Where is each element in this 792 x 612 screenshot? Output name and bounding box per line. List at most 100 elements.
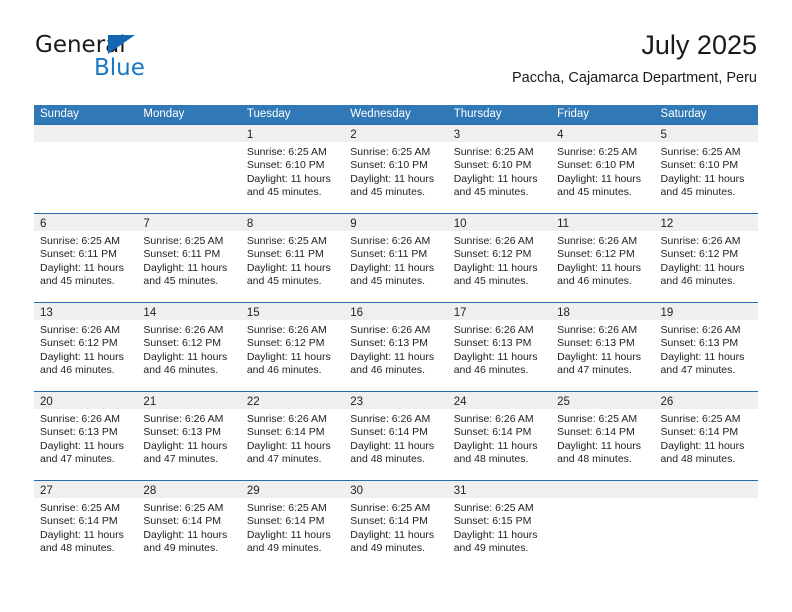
day-number: 4 (557, 129, 564, 141)
sunset-text: Sunset: 6:14 PM (660, 426, 739, 439)
day-number-strip: 9 (344, 214, 448, 231)
day-cell[interactable]: 24 Sunrise: 6:26 AM Sunset: 6:14 PM Dayl… (447, 392, 552, 480)
day-cell[interactable]: 10 Sunrise: 6:26 AM Sunset: 6:12 PM Dayl… (447, 214, 552, 302)
day-number: 11 (557, 218, 570, 230)
day-number: 14 (143, 307, 157, 319)
day-cell[interactable]: 19 Sunrise: 6:26 AM Sunset: 6:13 PM Dayl… (654, 303, 758, 391)
day-number-strip: 6 (34, 214, 138, 231)
day-cell[interactable] (137, 125, 241, 213)
day-number: 29 (246, 485, 260, 497)
day-info: Sunrise: 6:26 AM Sunset: 6:13 PM Dayligh… (34, 409, 137, 467)
day-cell[interactable]: 5 Sunrise: 6:25 AM Sunset: 6:10 PM Dayli… (654, 125, 758, 213)
day-number-strip: 27 (34, 481, 138, 498)
sunset-text: Sunset: 6:12 PM (557, 248, 635, 261)
weekday-header-thursday: Thursday (453, 108, 502, 120)
day-cell[interactable]: 15 Sunrise: 6:26 AM Sunset: 6:12 PM Dayl… (240, 303, 345, 391)
day-number-strip (654, 481, 758, 498)
day-number-strip: 13 (34, 303, 138, 320)
day-cell[interactable]: 8 Sunrise: 6:25 AM Sunset: 6:11 PM Dayli… (240, 214, 345, 302)
daylight-text-line2: and 45 minutes. (350, 186, 425, 199)
sunset-text: Sunset: 6:10 PM (453, 159, 532, 172)
page-title: July 2025 (641, 30, 757, 60)
day-cell[interactable]: 23 Sunrise: 6:26 AM Sunset: 6:14 PM Dayl… (344, 392, 448, 480)
sunrise-text: Sunrise: 6:26 AM (453, 413, 534, 425)
day-info: Sunrise: 6:25 AM Sunset: 6:11 PM Dayligh… (241, 231, 344, 289)
day-cell[interactable]: 12 Sunrise: 6:26 AM Sunset: 6:12 PM Dayl… (654, 214, 758, 302)
day-cell[interactable]: 18 Sunrise: 6:26 AM Sunset: 6:13 PM Dayl… (551, 303, 655, 391)
day-cell[interactable]: 13 Sunrise: 6:26 AM Sunset: 6:12 PM Dayl… (34, 303, 138, 391)
sunset-text: Sunset: 6:11 PM (40, 248, 117, 261)
daylight-text-line1: Daylight: 11 hours (557, 350, 641, 363)
daylight-text-line2: and 46 minutes. (246, 364, 322, 377)
day-number-strip: 14 (137, 303, 241, 320)
daylight-text-line2: and 45 minutes. (40, 275, 115, 288)
sunset-text: Sunset: 6:14 PM (143, 515, 222, 528)
day-cell[interactable]: 20 Sunrise: 6:26 AM Sunset: 6:13 PM Dayl… (34, 392, 138, 480)
day-cell[interactable]: 31 Sunrise: 6:25 AM Sunset: 6:15 PM Dayl… (447, 481, 552, 569)
day-cell[interactable]: 11 Sunrise: 6:26 AM Sunset: 6:12 PM Dayl… (551, 214, 655, 302)
sunset-text: Sunset: 6:13 PM (453, 337, 532, 350)
day-number: 2 (350, 129, 357, 141)
daylight-text-line2: and 45 minutes. (557, 186, 632, 199)
daylight-text-line1: Daylight: 11 hours (143, 350, 228, 363)
day-cell[interactable]: 28 Sunrise: 6:25 AM Sunset: 6:14 PM Dayl… (137, 481, 241, 569)
sunset-text: Sunset: 6:11 PM (246, 248, 324, 261)
day-cell[interactable]: 25 Sunrise: 6:25 AM Sunset: 6:14 PM Dayl… (551, 392, 655, 480)
weekday-header-wednesday: Wednesday (350, 108, 411, 120)
day-info: Sunrise: 6:25 AM Sunset: 6:10 PM Dayligh… (551, 142, 654, 200)
day-cell[interactable]: 27 Sunrise: 6:25 AM Sunset: 6:14 PM Dayl… (34, 481, 138, 569)
day-number: 18 (557, 307, 570, 319)
sunset-text: Sunset: 6:14 PM (350, 515, 428, 528)
day-cell[interactable]: 30 Sunrise: 6:25 AM Sunset: 6:14 PM Dayl… (344, 481, 448, 569)
day-cell[interactable]: 17 Sunrise: 6:26 AM Sunset: 6:13 PM Dayl… (447, 303, 552, 391)
day-cell[interactable]: 7 Sunrise: 6:25 AM Sunset: 6:11 PM Dayli… (137, 214, 241, 302)
daylight-text-line1: Daylight: 11 hours (660, 261, 745, 274)
day-cell[interactable]: 29 Sunrise: 6:25 AM Sunset: 6:14 PM Dayl… (240, 481, 345, 569)
day-cell[interactable]: 14 Sunrise: 6:26 AM Sunset: 6:12 PM Dayl… (137, 303, 241, 391)
day-cell[interactable]: 16 Sunrise: 6:26 AM Sunset: 6:13 PM Dayl… (344, 303, 448, 391)
day-number-strip: 1 (240, 125, 345, 142)
daylight-text-line2: and 45 minutes. (350, 275, 425, 288)
day-cell[interactable]: 4 Sunrise: 6:25 AM Sunset: 6:10 PM Dayli… (551, 125, 655, 213)
calendar-week-row: 13 Sunrise: 6:26 AM Sunset: 6:12 PM Dayl… (34, 302, 758, 391)
daylight-text-line2: and 49 minutes. (453, 542, 529, 555)
weekday-header-friday: Friday (557, 108, 590, 120)
day-cell[interactable]: 6 Sunrise: 6:25 AM Sunset: 6:11 PM Dayli… (34, 214, 138, 302)
day-cell[interactable]: 22 Sunrise: 6:26 AM Sunset: 6:14 PM Dayl… (240, 392, 345, 480)
daylight-text-line1: Daylight: 11 hours (246, 261, 331, 274)
day-cell[interactable]: 26 Sunrise: 6:25 AM Sunset: 6:14 PM Dayl… (654, 392, 758, 480)
daylight-text-line2: and 46 minutes. (143, 364, 219, 377)
sunrise-text: Sunrise: 6:25 AM (453, 502, 534, 514)
day-cell[interactable]: 2 Sunrise: 6:25 AM Sunset: 6:10 PM Dayli… (344, 125, 448, 213)
sunrise-text: Sunrise: 6:26 AM (40, 324, 120, 336)
sunset-text: Sunset: 6:10 PM (350, 159, 428, 172)
day-number-strip: 3 (447, 125, 552, 142)
sunrise-text: Sunrise: 6:26 AM (453, 235, 534, 247)
general-blue-logo[interactable]: General Blue (35, 32, 215, 90)
day-info: Sunrise: 6:25 AM Sunset: 6:10 PM Dayligh… (655, 142, 758, 200)
sunrise-text: Sunrise: 6:25 AM (660, 413, 741, 425)
day-cell[interactable]: 9 Sunrise: 6:26 AM Sunset: 6:11 PM Dayli… (344, 214, 448, 302)
day-cell[interactable] (654, 481, 758, 569)
day-cell[interactable] (551, 481, 655, 569)
day-cell[interactable]: 3 Sunrise: 6:25 AM Sunset: 6:10 PM Dayli… (447, 125, 552, 213)
day-number-strip: 23 (344, 392, 448, 409)
sunset-text: Sunset: 6:13 PM (557, 337, 635, 350)
day-cell[interactable] (34, 125, 138, 213)
day-info: Sunrise: 6:25 AM Sunset: 6:15 PM Dayligh… (448, 498, 551, 556)
day-cell[interactable]: 21 Sunrise: 6:26 AM Sunset: 6:13 PM Dayl… (137, 392, 241, 480)
day-info: Sunrise: 6:26 AM Sunset: 6:12 PM Dayligh… (34, 320, 137, 378)
daylight-text-line2: and 47 minutes. (143, 453, 219, 466)
day-number: 21 (143, 396, 157, 408)
day-number-strip: 11 (551, 214, 655, 231)
day-info: Sunrise: 6:26 AM Sunset: 6:11 PM Dayligh… (344, 231, 447, 289)
daylight-text-line1: Daylight: 11 hours (40, 261, 124, 274)
daylight-text-line2: and 45 minutes. (143, 275, 219, 288)
day-info: Sunrise: 6:25 AM Sunset: 6:11 PM Dayligh… (34, 231, 137, 289)
calendar-week-row: 1 Sunrise: 6:25 AM Sunset: 6:10 PM Dayli… (34, 124, 758, 213)
day-info: Sunrise: 6:26 AM Sunset: 6:13 PM Dayligh… (448, 320, 551, 378)
weekday-header-saturday: Saturday (660, 108, 707, 120)
day-info: Sunrise: 6:26 AM Sunset: 6:12 PM Dayligh… (241, 320, 344, 378)
day-cell[interactable]: 1 Sunrise: 6:25 AM Sunset: 6:10 PM Dayli… (240, 125, 345, 213)
day-number-strip: 25 (551, 392, 655, 409)
